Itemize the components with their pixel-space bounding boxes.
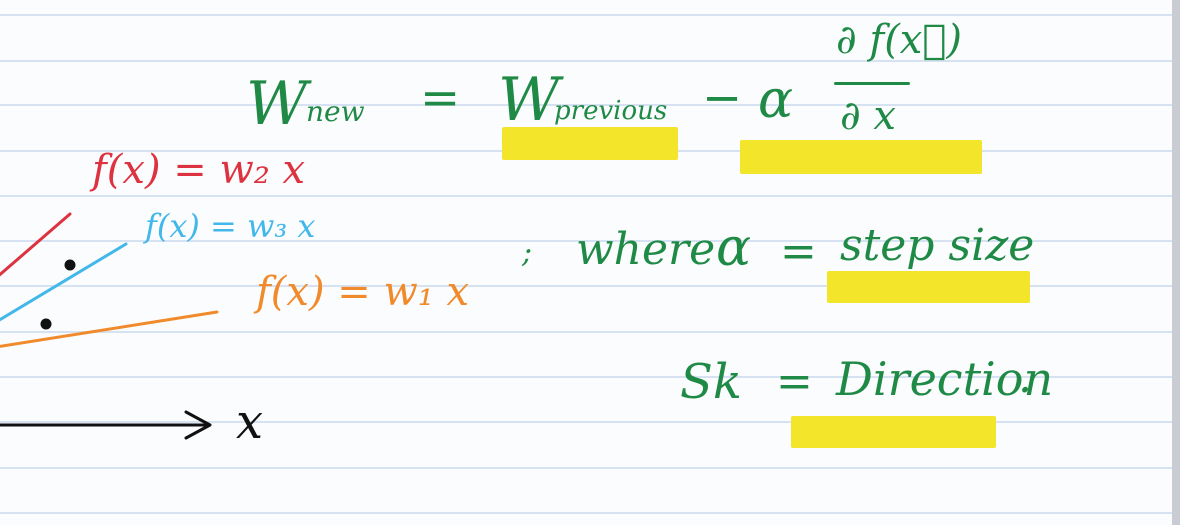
fraction-bar: [834, 82, 910, 85]
sk-equals: =: [776, 356, 813, 407]
where-prefix: ;: [522, 235, 533, 270]
derivative-numerator: ∂ f(x⃗): [836, 17, 962, 63]
where-alpha: α: [716, 218, 752, 278]
point-lower: [40, 318, 52, 330]
line-orange: [0, 310, 219, 348]
w-previous-sub: previous: [554, 96, 668, 126]
line-orange-label: f(x) = w₁ x: [256, 269, 470, 315]
minus-sign: −: [702, 70, 743, 126]
direction-period: .: [1018, 352, 1032, 403]
line-red-label: f(x) = w₂ x: [92, 147, 306, 193]
w-new-sub: new: [306, 95, 365, 128]
where-equals: =: [780, 226, 817, 277]
x-axis-label: x: [236, 394, 264, 450]
w-new-base: W: [246, 69, 308, 139]
sk-symbol: Sk: [680, 354, 742, 410]
step-size-text: step size: [840, 220, 1035, 271]
derivative-denominator: ∂ x: [840, 93, 896, 139]
alpha-symbol: α: [758, 70, 794, 130]
line-red: [0, 212, 72, 277]
w-previous-base: W: [498, 65, 560, 135]
point-upper: [64, 259, 76, 271]
where-word: where: [576, 224, 716, 275]
equals-sign: =: [420, 70, 461, 126]
line-blue-label: f(x) = w₃ x: [145, 207, 316, 245]
line-blue: [0, 242, 128, 322]
